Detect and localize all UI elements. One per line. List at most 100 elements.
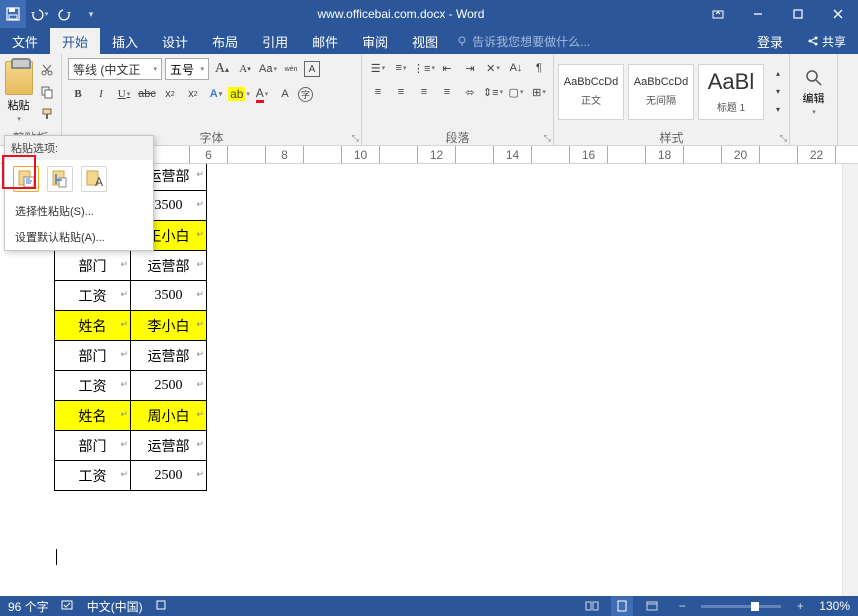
underline-button[interactable]: U▾ bbox=[114, 84, 134, 104]
zoom-level[interactable]: 130% bbox=[819, 599, 850, 613]
tab-view[interactable]: 视图 bbox=[400, 28, 450, 54]
paste-merge-button[interactable] bbox=[47, 166, 73, 192]
table-cell[interactable]: 3500↵ bbox=[131, 281, 207, 311]
copy-button[interactable] bbox=[37, 82, 57, 102]
sort-button[interactable]: A↓ bbox=[506, 58, 526, 78]
ribbon-display-button[interactable] bbox=[698, 0, 738, 28]
tab-review[interactable]: 审阅 bbox=[350, 28, 400, 54]
bullets-button[interactable]: ☰▾ bbox=[368, 58, 388, 78]
change-case-button[interactable]: Aa▾ bbox=[258, 59, 278, 79]
subscript-button[interactable]: x2 bbox=[160, 84, 180, 104]
char-border-button[interactable]: A bbox=[304, 61, 320, 77]
zoom-out-button[interactable]: − bbox=[671, 596, 693, 616]
language-status[interactable]: 中文(中国) bbox=[87, 598, 143, 615]
web-layout-button[interactable] bbox=[641, 596, 663, 616]
tab-design[interactable]: 设计 bbox=[150, 28, 200, 54]
enclose-char-button[interactable]: 字 bbox=[298, 87, 313, 102]
cut-button[interactable] bbox=[37, 60, 57, 80]
print-layout-button[interactable] bbox=[611, 596, 633, 616]
table-cell[interactable]: 运营部↵ bbox=[131, 251, 207, 281]
format-painter-button[interactable] bbox=[37, 104, 57, 124]
save-button[interactable] bbox=[0, 0, 26, 28]
zoom-slider[interactable] bbox=[701, 605, 781, 608]
share-button[interactable]: 共享 bbox=[795, 28, 858, 54]
justify-button[interactable]: ≡ bbox=[437, 82, 457, 102]
qat-customize-button[interactable]: ▾ bbox=[78, 0, 104, 28]
table-cell[interactable]: 部门↵ bbox=[55, 341, 131, 371]
styles-scroll-up[interactable]: ▴ bbox=[768, 65, 788, 83]
distribute-button[interactable]: ⬄ bbox=[460, 82, 480, 102]
close-button[interactable] bbox=[818, 0, 858, 28]
bold-button[interactable]: B bbox=[68, 84, 88, 104]
italic-button[interactable]: I bbox=[91, 84, 111, 104]
shading-button[interactable]: ▢▾ bbox=[506, 82, 526, 102]
style-item-0[interactable]: AaBbCcDd正文 bbox=[558, 64, 624, 120]
align-right-button[interactable]: ≡ bbox=[414, 82, 434, 102]
tab-insert[interactable]: 插入 bbox=[100, 28, 150, 54]
spell-check-icon[interactable] bbox=[61, 598, 75, 615]
read-mode-button[interactable] bbox=[581, 596, 603, 616]
table-cell[interactable]: 部门↵ bbox=[55, 431, 131, 461]
font-dialog-launcher[interactable]: ⤡ bbox=[352, 133, 359, 144]
table-cell[interactable]: 部门↵ bbox=[55, 251, 131, 281]
zoom-in-button[interactable]: + bbox=[789, 596, 811, 616]
table-cell[interactable]: 2500↵ bbox=[131, 371, 207, 401]
grow-font-button[interactable]: A▴ bbox=[212, 59, 232, 79]
highlight-button[interactable]: ab▾ bbox=[229, 84, 249, 104]
tab-file[interactable]: 文件 bbox=[0, 28, 50, 54]
table-cell[interactable]: 运营部↵ bbox=[131, 431, 207, 461]
login-button[interactable]: 登录 bbox=[745, 28, 795, 54]
strikethrough-button[interactable]: abc bbox=[137, 84, 157, 104]
maximize-button[interactable] bbox=[778, 0, 818, 28]
macro-record-icon[interactable] bbox=[155, 599, 167, 614]
superscript-button[interactable]: x2 bbox=[183, 84, 203, 104]
redo-button[interactable] bbox=[52, 0, 78, 28]
align-left-button[interactable]: ≡ bbox=[368, 82, 388, 102]
style-item-1[interactable]: AaBbCcDd无间隔 bbox=[628, 64, 694, 120]
phonetic-guide-button[interactable]: wén bbox=[281, 59, 301, 79]
minimize-button[interactable] bbox=[738, 0, 778, 28]
table-cell[interactable]: 姓名↵ bbox=[55, 401, 131, 431]
decrease-indent-button[interactable]: ⇤ bbox=[437, 58, 457, 78]
table-cell[interactable]: 姓名↵ bbox=[55, 311, 131, 341]
styles-dialog-launcher[interactable]: ⤡ bbox=[780, 133, 787, 144]
word-count[interactable]: 96 个字 bbox=[8, 598, 49, 615]
table-cell[interactable]: 运营部↵ bbox=[131, 341, 207, 371]
tab-home[interactable]: 开始 bbox=[50, 28, 100, 54]
line-spacing-button[interactable]: ⇕≡▾ bbox=[483, 82, 503, 102]
table-cell[interactable]: 工资↵ bbox=[55, 461, 131, 491]
align-center-button[interactable]: ≡ bbox=[391, 82, 411, 102]
font-name-combo[interactable]: 等线 (中文正▾ bbox=[68, 58, 162, 80]
increase-indent-button[interactable]: ⇥ bbox=[460, 58, 480, 78]
text-effects-button[interactable]: A▾ bbox=[206, 84, 226, 104]
paste-special-item[interactable]: 选择性粘贴(S)... bbox=[5, 198, 153, 224]
set-default-paste-item[interactable]: 设置默认粘贴(A)... bbox=[5, 224, 153, 250]
table-cell[interactable]: 2500↵ bbox=[131, 461, 207, 491]
asian-layout-button[interactable]: ✕▾ bbox=[483, 58, 503, 78]
paste-text-only-button[interactable]: A bbox=[81, 166, 107, 192]
tell-me-search[interactable]: 告诉我您想要做什么... bbox=[450, 28, 590, 54]
shrink-font-button[interactable]: A▾ bbox=[235, 59, 255, 79]
vertical-scrollbar[interactable] bbox=[842, 164, 858, 596]
table-cell[interactable]: 李小白↵ bbox=[131, 311, 207, 341]
show-marks-button[interactable]: ¶ bbox=[529, 58, 549, 78]
multilevel-button[interactable]: ⋮≡▾ bbox=[414, 58, 434, 78]
table-cell[interactable]: 周小白↵ bbox=[131, 401, 207, 431]
styles-expand[interactable]: ▾ bbox=[768, 101, 788, 119]
undo-button[interactable]: ▾ bbox=[26, 0, 52, 28]
table-cell[interactable]: 工资↵ bbox=[55, 371, 131, 401]
tab-layout[interactable]: 布局 bbox=[200, 28, 250, 54]
table-cell[interactable]: 工资↵ bbox=[55, 281, 131, 311]
char-shading-button[interactable]: A bbox=[275, 84, 295, 104]
paste-button[interactable]: 粘贴 ▾ bbox=[4, 59, 33, 125]
find-button[interactable]: 编辑 ▾ bbox=[796, 59, 832, 125]
font-size-combo[interactable]: 五号▾ bbox=[165, 58, 209, 80]
styles-scroll-down[interactable]: ▾ bbox=[768, 83, 788, 101]
tab-mailings[interactable]: 邮件 bbox=[300, 28, 350, 54]
font-color-button[interactable]: A▾ bbox=[252, 84, 272, 104]
style-item-2[interactable]: AaBl标题 1 bbox=[698, 64, 764, 120]
tab-references[interactable]: 引用 bbox=[250, 28, 300, 54]
borders-button[interactable]: ⊞▾ bbox=[529, 82, 549, 102]
paragraph-dialog-launcher[interactable]: ⤡ bbox=[544, 133, 551, 144]
numbering-button[interactable]: ≡▾ bbox=[391, 58, 411, 78]
